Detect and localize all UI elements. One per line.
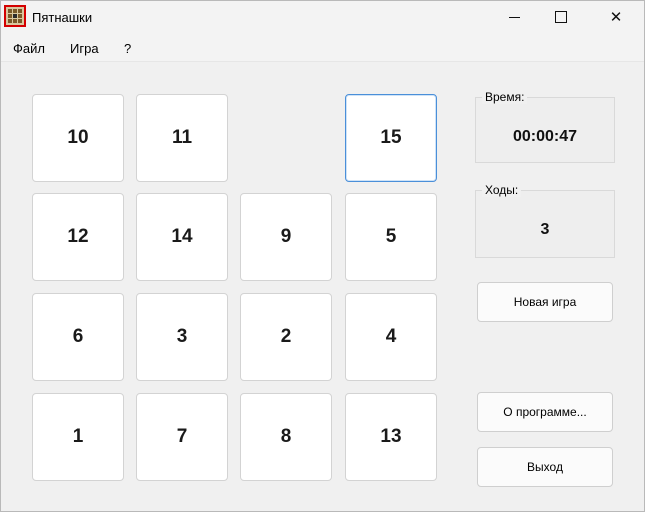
tile-13[interactable]: 13 bbox=[345, 393, 437, 481]
moves-panel: Ходы: 3 bbox=[475, 183, 615, 258]
maximize-icon bbox=[555, 11, 567, 23]
app-icon[interactable] bbox=[4, 5, 26, 27]
tile-11[interactable]: 11 bbox=[136, 94, 228, 182]
minimize-icon bbox=[508, 16, 520, 18]
window-title: Пятнашки bbox=[32, 10, 93, 25]
time-label: Время: bbox=[482, 90, 528, 104]
tile-7[interactable]: 7 bbox=[136, 393, 228, 481]
tile-12[interactable]: 12 bbox=[32, 193, 124, 281]
tile-8[interactable]: 8 bbox=[240, 393, 332, 481]
menu-game[interactable]: Игра bbox=[70, 41, 99, 56]
app-window: Пятнашки ✕ Файл Игра ? 10 11 15 12 14 9 5 6 3 2 4 1… bbox=[0, 0, 645, 512]
tile-4[interactable]: 4 bbox=[345, 293, 437, 381]
tile-2[interactable]: 2 bbox=[240, 293, 332, 381]
time-panel: Время: 00:00:47 bbox=[475, 90, 615, 163]
menu-file[interactable]: Файл bbox=[13, 41, 45, 56]
minimize-button[interactable] bbox=[491, 1, 537, 33]
tile-15[interactable]: 15 bbox=[345, 94, 437, 182]
title-bar[interactable]: Пятнашки ✕ bbox=[1, 1, 644, 35]
maximize-button[interactable] bbox=[538, 1, 584, 33]
new-game-button[interactable]: Новая игра bbox=[477, 282, 613, 322]
menu-bar: Файл Игра ? bbox=[1, 35, 644, 62]
close-icon: ✕ bbox=[609, 9, 623, 26]
tile-14[interactable]: 14 bbox=[136, 193, 228, 281]
tile-1[interactable]: 1 bbox=[32, 393, 124, 481]
exit-button[interactable]: Выход bbox=[477, 447, 613, 487]
close-button[interactable]: ✕ bbox=[593, 1, 639, 33]
time-value: 00:00:47 bbox=[512, 128, 578, 145]
tile-10[interactable]: 10 bbox=[32, 94, 124, 182]
about-button[interactable]: О программе... bbox=[477, 392, 613, 432]
tile-9[interactable]: 9 bbox=[240, 193, 332, 281]
tile-6[interactable]: 6 bbox=[32, 293, 124, 381]
moves-value: 3 bbox=[540, 221, 550, 238]
tile-5[interactable]: 5 bbox=[345, 193, 437, 281]
moves-label: Ходы: bbox=[482, 183, 522, 197]
tile-3[interactable]: 3 bbox=[136, 293, 228, 381]
menu-help[interactable]: ? bbox=[124, 41, 131, 56]
